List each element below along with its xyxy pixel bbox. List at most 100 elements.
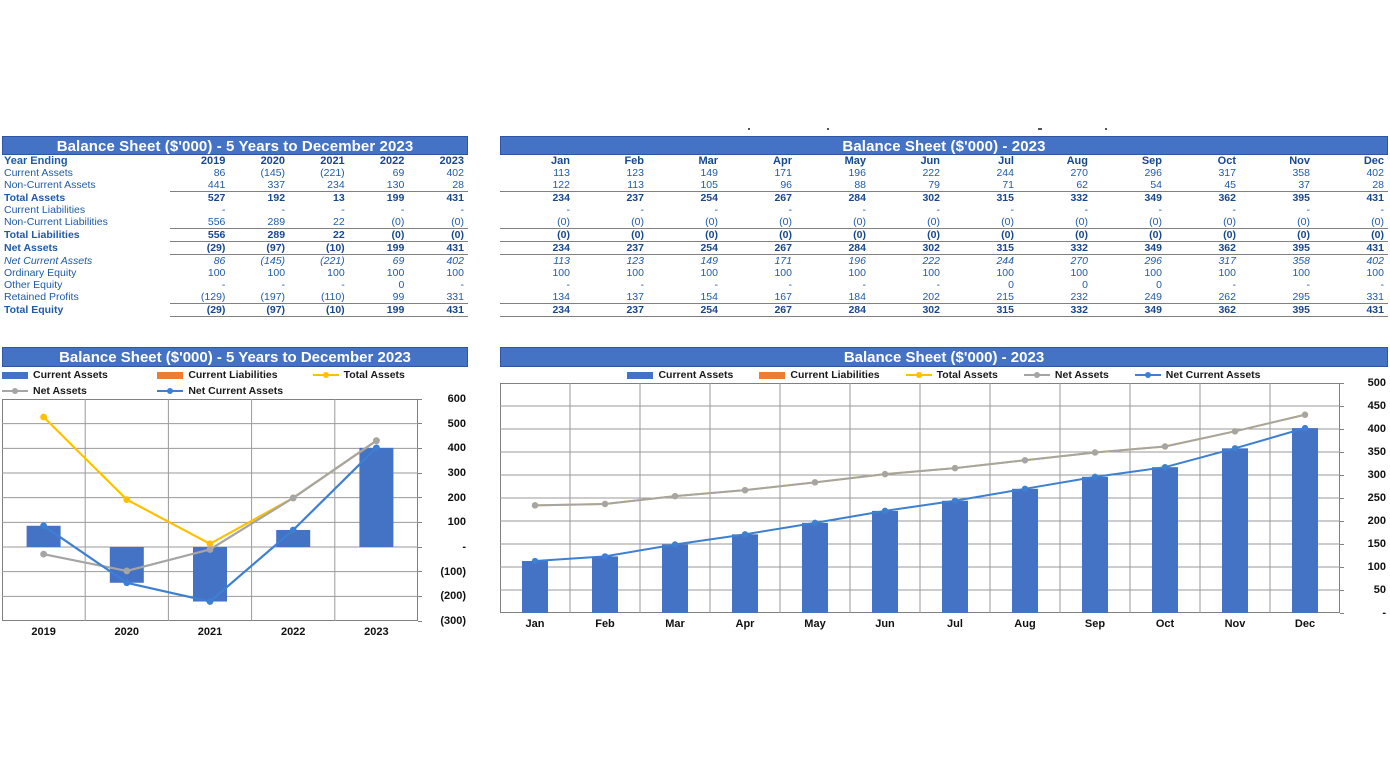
x-tick-label: Feb — [595, 618, 615, 630]
monthly-cell: 149 — [700, 255, 718, 267]
annual-cell: 402 — [446, 255, 464, 267]
annual-cell: 289 — [229, 216, 290, 229]
monthly-cell: - — [1232, 204, 1237, 216]
monthly-cell: 431 — [1314, 303, 1388, 317]
monthly-col-may: May — [844, 155, 866, 167]
monthly-col-aug: Aug — [1066, 155, 1088, 167]
y-tick-mark — [418, 571, 422, 573]
bar-current-assets — [1222, 448, 1248, 613]
legend-bar-swatch-icon — [2, 371, 28, 379]
annual-cell: 431 — [408, 241, 468, 255]
x-tick-label: Dec — [1294, 618, 1316, 630]
annual-cell: (110) — [289, 291, 349, 304]
x-tick-label: Jan — [525, 618, 545, 630]
marker-point — [671, 541, 679, 548]
annual-row-label: Retained Profits — [4, 291, 79, 304]
marker-point — [1301, 424, 1309, 432]
monthly-cell: 167 — [722, 291, 796, 304]
monthly-cell: 349 — [1144, 192, 1162, 204]
monthly-cell: - — [1232, 279, 1237, 291]
monthly-cell: 100 — [1292, 267, 1310, 279]
annual-cell: (145) — [260, 255, 286, 267]
legend-line-swatch-icon — [1134, 371, 1161, 379]
annual-cell: 69 — [392, 255, 405, 267]
monthly-cell: 123 — [626, 167, 644, 179]
annual-row-label: Net Current Assets — [4, 254, 93, 267]
monthly-cell: 315 — [996, 192, 1014, 204]
monthly-chart-x-axis: Jan Feb Mar Apr May Jun Jul Aug Sep Oct Nov Dec — [500, 613, 1388, 635]
monthly-cell: 332 — [1018, 241, 1092, 255]
annual-cell: 431 — [446, 192, 464, 204]
x-tick-label: Oct — [1155, 618, 1175, 630]
monthly-cell: 315 — [944, 241, 1018, 255]
legend-label: Net Assets — [1054, 369, 1109, 381]
marker-point — [1161, 443, 1169, 450]
monthly-cell: 317 — [1218, 167, 1236, 179]
annual-cell: (129) — [169, 291, 230, 304]
y-tick-label: 100 — [1367, 561, 1386, 573]
y-tick-mark — [418, 497, 422, 499]
marker-point — [289, 494, 297, 502]
annual-cell: - — [460, 204, 465, 216]
x-tick-label: May — [804, 618, 826, 630]
monthly-chart-title: Balance Sheet ($'000) - 2023 — [500, 347, 1388, 367]
marker-point — [881, 507, 889, 515]
monthly-col-jun: Jun — [920, 155, 940, 167]
table-row: (0) (0) (0) (0) (0) (0) (0) (0) (0) (0) (0) (0) — [500, 228, 1388, 242]
annual-cell: 331 — [408, 291, 468, 304]
legend-item-current-liabilities: Current Liabilities — [759, 367, 880, 383]
annual-cell: (0) — [348, 228, 409, 242]
monthly-cell: 284 — [796, 241, 870, 255]
marker-point — [123, 496, 131, 504]
y-tick-label: 300 — [447, 467, 466, 479]
annual-chart-legend: Current Assets Current Liabilities Total A… — [2, 367, 468, 399]
monthly-cell: - — [862, 279, 867, 291]
y-tick-mark — [1340, 497, 1344, 499]
monthly-cell: 395 — [1240, 303, 1314, 317]
annual-cell: 100 — [386, 267, 405, 279]
monthly-cell: 202 — [870, 291, 944, 304]
x-tick-label: Sep — [1084, 618, 1106, 630]
marker-point — [40, 522, 47, 530]
marker-point — [1231, 445, 1239, 452]
monthly-cell: 100 — [1070, 267, 1088, 279]
monthly-cell: 100 — [848, 267, 866, 279]
annual-cell: 22 — [289, 228, 349, 242]
monthly-cell: (0) — [1240, 228, 1314, 242]
annual-cell: (29) — [169, 303, 230, 317]
monthly-cell: 284 — [796, 303, 870, 317]
monthly-cell: 332 — [1018, 303, 1092, 317]
monthly-cell: - — [640, 204, 645, 216]
monthly-cell: - — [714, 204, 719, 216]
annual-cell: 199 — [348, 241, 409, 255]
y-tick-mark — [1340, 520, 1344, 522]
y-tick-label: (200) — [440, 590, 466, 603]
monthly-cell: 362 — [1166, 303, 1240, 317]
monthly-table-header-row: Jan Feb Mar Apr May Jun Jul Aug Sep Oct Nov Dec — [500, 155, 1388, 167]
table-row: 100 100 100 100 100 100 100 100 100 100 100 100 — [500, 267, 1388, 279]
monthly-col-sep: Sep — [1141, 155, 1162, 167]
x-tick-label: Aug — [1014, 618, 1036, 630]
monthly-chart-plot: 500 450 400 350 300 250 200 150 100 50- — [500, 377, 1388, 619]
annual-row-header-label: Year Ending — [4, 155, 68, 167]
monthly-cell: (0) — [1240, 216, 1314, 229]
x-tick-label: 2022 — [280, 626, 306, 638]
monthly-col-dec: Dec — [1363, 155, 1384, 167]
annual-row-label: Current Liabilities — [4, 204, 86, 216]
annual-cell: (0) — [408, 228, 468, 242]
monthly-cell: 0 — [1156, 279, 1162, 291]
annual-cell: - — [460, 279, 465, 291]
marker-point — [531, 502, 539, 509]
monthly-cell: (0) — [796, 228, 870, 242]
monthly-cell: 402 — [1366, 255, 1384, 267]
table-row: Retained Profits (129) (197) (110) 99 331 — [2, 291, 468, 304]
annual-table-body: Current Assets 86 (145) (221) 69 402 Non-Curre… — [2, 167, 468, 317]
legend-bar-swatch-icon — [157, 371, 184, 379]
table-row: Net Assets (29) (97) (10) 199 431 — [2, 241, 468, 255]
annual-col-2023: 2023 — [439, 155, 464, 167]
annual-cell: 289 — [229, 228, 290, 242]
legend-label: Current Assets — [33, 369, 108, 381]
table-row: ------------ — [500, 204, 1388, 216]
monthly-cell: 88 — [796, 179, 870, 192]
monthly-cell: 349 — [1092, 303, 1166, 317]
